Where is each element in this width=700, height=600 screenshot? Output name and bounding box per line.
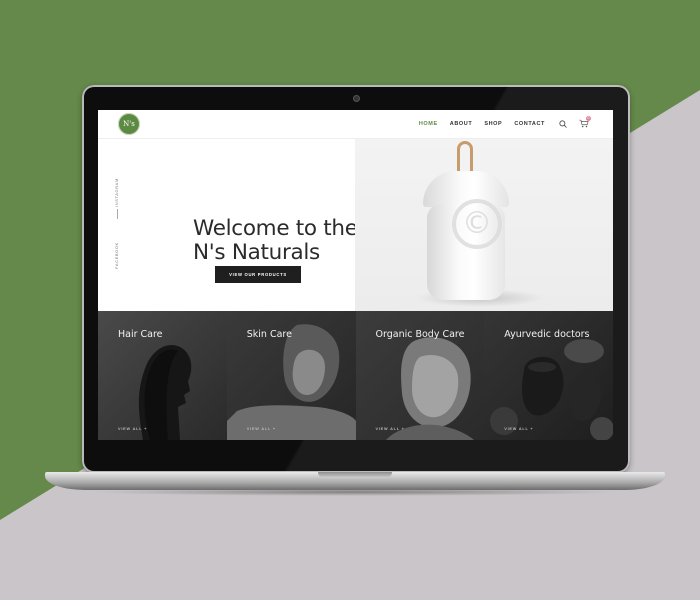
brand-logo[interactable]: N's	[118, 113, 140, 135]
cart-count-badge: 0	[586, 116, 591, 121]
hero-product-image: ©	[355, 139, 613, 311]
main-nav: HOME ABOUT SHOP CONTACT	[419, 110, 545, 138]
social-facebook-link[interactable]: FACEBOOK	[114, 242, 119, 269]
category-title: Hair Care	[118, 329, 163, 340]
nav-item-shop[interactable]: SHOP	[484, 121, 502, 127]
category-tile-organic-body-care[interactable]: Organic Body Care VIEW ALL +	[355, 311, 485, 440]
category-title: Skin Care	[246, 329, 292, 340]
category-tile-hair-care[interactable]: Hair Care VIEW ALL +	[98, 311, 227, 440]
nav-item-about[interactable]: ABOUT	[450, 121, 473, 127]
category-tile-skin-care[interactable]: Skin Care VIEW ALL +	[226, 311, 356, 440]
view-all-link[interactable]: VIEW ALL +	[118, 427, 147, 431]
social-divider	[117, 209, 118, 219]
site-header: N's HOME ABOUT SHOP CONTACT 0	[98, 110, 613, 139]
social-links: FACEBOOK INSTAGRAM	[114, 178, 124, 269]
camera-icon	[353, 95, 360, 102]
laptop-screen: N's HOME ABOUT SHOP CONTACT 0 FACEBOOK I…	[98, 110, 613, 440]
category-tile-ayurvedic-doctors[interactable]: Ayurvedic doctors VIEW ALL +	[484, 311, 613, 440]
category-title: Ayurvedic doctors	[504, 329, 590, 340]
view-all-link[interactable]: VIEW ALL +	[504, 427, 533, 431]
laptop-notch	[318, 472, 392, 478]
nav-item-home[interactable]: HOME	[419, 121, 438, 127]
category-title: Organic Body Care	[375, 329, 465, 340]
jar-leather-knot	[457, 141, 473, 171]
view-all-link[interactable]: VIEW ALL +	[376, 427, 405, 431]
view-products-button[interactable]: VIEW OUR PRODUCTS	[215, 266, 301, 283]
social-instagram-link[interactable]: INSTAGRAM	[114, 178, 119, 207]
view-all-link[interactable]: VIEW ALL +	[247, 427, 276, 431]
copyright-watermark-icon: ©	[452, 199, 502, 249]
search-icon[interactable]	[559, 120, 567, 128]
category-grid: Hair Care VIEW ALL + Skin Care VIEW ALL …	[98, 311, 613, 440]
hero-section: FACEBOOK INSTAGRAM Welcome to the N's Na…	[98, 139, 613, 311]
nav-item-contact[interactable]: CONTACT	[514, 121, 545, 127]
